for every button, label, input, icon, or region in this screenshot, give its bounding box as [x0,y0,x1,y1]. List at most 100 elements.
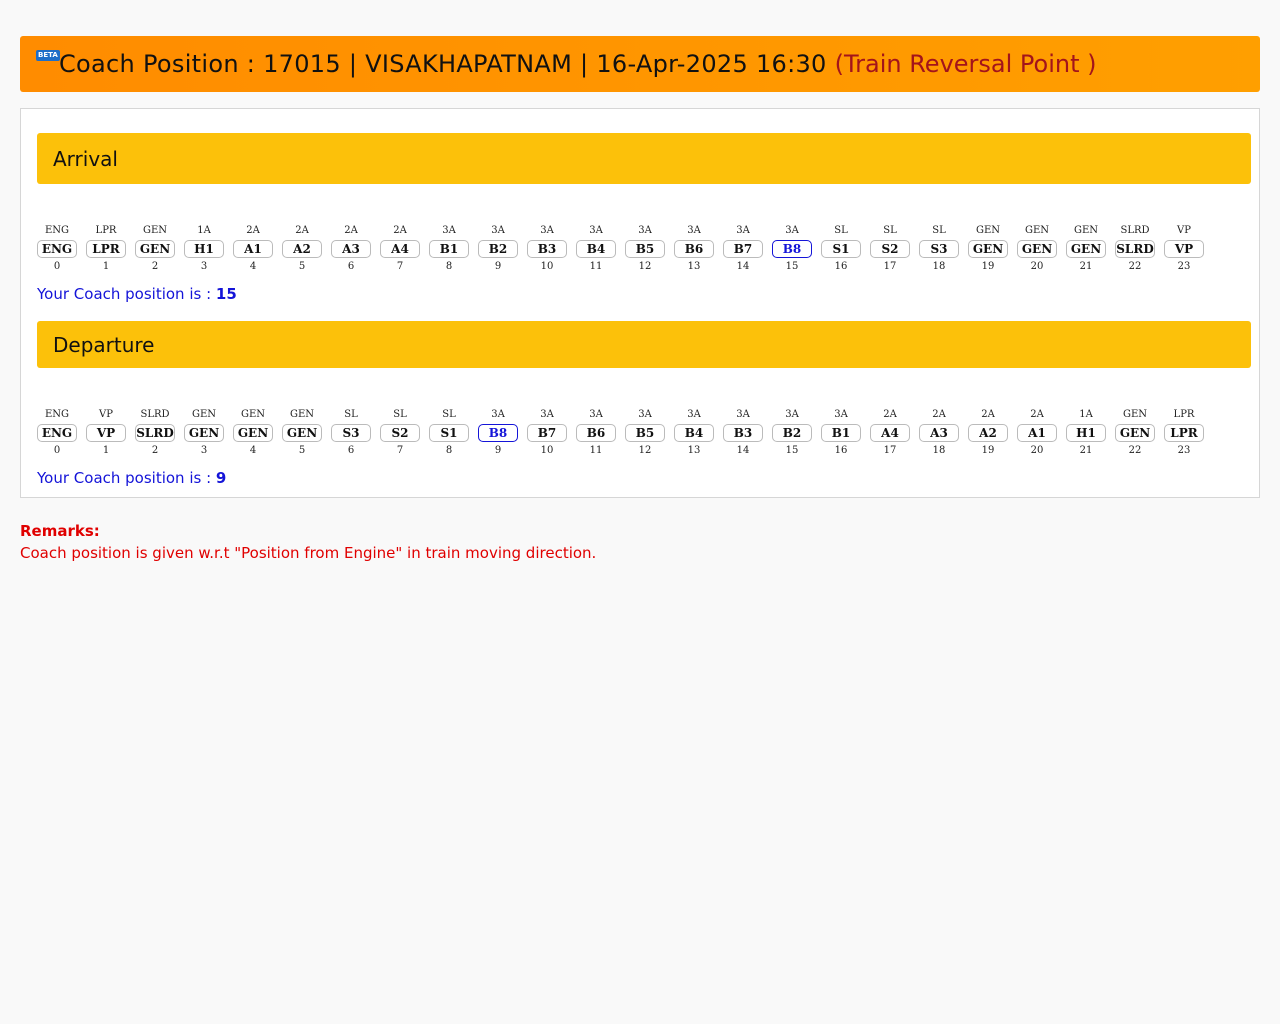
coach-position-number: 0 [53,261,61,272]
coach-position-number: 0 [53,445,61,456]
coach-type: 2A [295,225,309,236]
coach-type: 2A [344,225,358,236]
coach-item: 3A B6 13 [674,225,714,273]
coach-code: ENG [37,424,77,442]
coach-code: S3 [331,424,371,442]
coach-item: 3A B6 11 [576,409,616,457]
coach-position-number: 23 [1177,445,1191,456]
coach-type: 3A [638,225,652,236]
coach-type: GEN [1024,225,1050,236]
coach-type: 3A [442,225,456,236]
coach-position-number: 13 [687,445,701,456]
coach-code: B5 [625,240,665,258]
coach-item: SLRD SLRD 2 [135,409,175,457]
coach-type: 3A [540,225,554,236]
coach-item: 3A B1 16 [821,409,861,457]
coach-item: 2A A2 19 [968,409,1008,457]
coach-type: GEN [191,409,217,420]
coach-position-number: 18 [932,261,946,272]
coach-type: GEN [975,225,1001,236]
coach-position-number: 13 [687,261,701,272]
coach-position-number: 12 [638,261,652,272]
coach-code: B3 [527,240,567,258]
coach-code: GEN [968,240,1008,258]
coach-code: A4 [870,424,910,442]
departure-coach-list: ENG ENG 0 VP VP 1 SLRD SLRD 2 GEN GEN 3 GEN GEN 4 GEN GE… [37,409,1204,457]
coach-position-number: 1 [102,261,110,272]
coach-item: 3A B3 10 [527,225,567,273]
coach-type: LPR [1173,409,1195,420]
coach-type: 1A [1079,409,1093,420]
coach-code: B6 [576,424,616,442]
coach-code: A1 [233,240,273,258]
coach-position-number: 5 [298,261,306,272]
coach-code: A3 [331,240,371,258]
remarks-text: Coach position is given w.r.t "Position … [20,544,597,562]
coach-code: B5 [625,424,665,442]
coach-item: 1A H1 21 [1066,409,1106,457]
coach-code: B6 [674,240,714,258]
coach-type: SL [393,409,407,420]
departure-position-text: Your Coach position is : [37,469,216,487]
coach-item: 3A B7 10 [527,409,567,457]
departure-label: Departure [53,332,155,357]
beta-badge: BETA [36,50,60,61]
coach-code: H1 [1066,424,1106,442]
coach-code: VP [86,424,126,442]
coach-item: 2A A1 4 [233,225,273,273]
coach-item: GEN GEN 19 [968,225,1008,273]
coach-position-number: 9 [494,261,502,272]
reversal-point-label: (Train Reversal Point ) [834,50,1097,78]
coach-item: 2A A4 7 [380,225,420,273]
coach-code: A4 [380,240,420,258]
coach-position-number: 7 [396,445,404,456]
coach-position-number: 19 [981,261,995,272]
coach-item: SL S2 17 [870,225,910,273]
coach-item: SL S2 7 [380,409,420,457]
coach-position-number: 16 [834,445,848,456]
coach-position-number: 11 [589,261,603,272]
coach-type: 2A [393,225,407,236]
coach-item: ENG ENG 0 [37,225,77,273]
coach-item: SL S3 6 [331,409,371,457]
coach-type: VP [99,409,113,420]
remarks: Remarks: Coach position is given w.r.t "… [20,522,596,562]
coach-position-number: 9 [494,445,502,456]
coach-type: SL [932,225,946,236]
coach-code: B7 [723,240,763,258]
coach-item: LPR LPR 23 [1164,409,1204,457]
departure-position-value: 9 [215,469,227,487]
coach-code: B4 [576,240,616,258]
coach-code: S2 [380,424,420,442]
coach-position-number: 21 [1079,445,1093,456]
coach-type: GEN [1073,225,1099,236]
coach-code: B2 [478,240,518,258]
coach-item: SL S1 16 [821,225,861,273]
coach-item: SL S3 18 [919,225,959,273]
coach-code: GEN [1066,240,1106,258]
coach-item: 3A B8 15 [772,225,812,273]
coach-position-number: 15 [785,445,799,456]
arrival-section-header: Arrival [37,133,1251,184]
coach-item: 3A B7 14 [723,225,763,273]
coach-position-panel: Arrival ENG ENG 0 LPR LPR 1 GEN GEN 2 1A H1 3 2A A1 4 2… [20,108,1260,498]
coach-type: 3A [785,409,799,420]
coach-type: 2A [981,409,995,420]
coach-type: 3A [491,225,505,236]
coach-item: 2A A3 6 [331,225,371,273]
page-header: BETA Coach Position : 17015 | VISAKHAPAT… [20,36,1260,92]
coach-type: 3A [540,409,554,420]
arrival-coach-list: ENG ENG 0 LPR LPR 1 GEN GEN 2 1A H1 3 2A A1 4 2A A2 5 2A A3… [37,225,1204,273]
coach-position-number: 23 [1177,261,1191,272]
coach-code: A1 [1017,424,1057,442]
coach-item: 3A B2 15 [772,409,812,457]
coach-item: 3A B2 9 [478,225,518,273]
coach-item: LPR LPR 1 [86,225,126,273]
coach-position-number: 22 [1128,261,1142,272]
coach-type: SL [883,225,897,236]
coach-type: ENG [44,225,70,236]
departure-section-header: Departure [37,321,1251,368]
coach-type: SL [834,225,848,236]
coach-item: GEN GEN 3 [184,409,224,457]
coach-type: 3A [687,409,701,420]
